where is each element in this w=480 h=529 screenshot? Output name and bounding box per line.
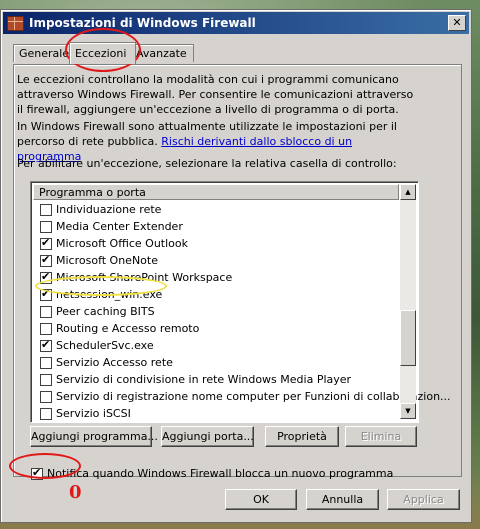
firewall-settings-dialog: Impostazioni di Windows Firewall ✕ Gener… (0, 9, 472, 523)
title-bar[interactable]: Impostazioni di Windows Firewall ✕ (3, 12, 469, 34)
exception-checkbox[interactable] (40, 356, 52, 369)
exception-checkbox[interactable] (40, 390, 52, 403)
scroll-thumb[interactable] (400, 310, 416, 366)
exception-checkbox[interactable] (40, 253, 52, 267)
exceptions-list[interactable]: Programma o porta Individuazione rete Med… (30, 181, 451, 423)
exception-checkbox[interactable] (40, 373, 52, 386)
notify-label: Notifica quando Windows Firewall blocca … (47, 467, 394, 480)
exception-checkbox[interactable] (40, 236, 52, 250)
list-item[interactable]: Peer caching BITS (33, 303, 399, 320)
close-button[interactable]: ✕ (448, 15, 466, 31)
intro-paragraph: Le eccezioni controllano la modalità con… (17, 73, 414, 116)
list-item[interactable]: SchedulerSvc.exe (33, 337, 399, 354)
exception-checkbox[interactable] (40, 305, 52, 318)
list-item[interactable]: Individuazione rete (33, 201, 399, 218)
tab-eccezioni[interactable]: Eccezioni (69, 42, 136, 64)
list-item[interactable]: Routing e Accesso remoto (33, 320, 399, 337)
tab-generale[interactable]: Generale (13, 44, 73, 62)
list-items-container: Individuazione rete Media Center Extender… (33, 201, 451, 422)
apply-button[interactable]: Applica (387, 489, 460, 510)
scroll-up-arrow-icon[interactable]: ▲ (400, 184, 416, 200)
list-item[interactable]: Microsoft OneNote (33, 252, 399, 269)
firewall-icon (7, 15, 24, 31)
list-item[interactable]: Servizio di condivisione in rete Windows… (33, 371, 399, 388)
annotation-circle-netsession (35, 276, 167, 296)
scroll-down-arrow-icon[interactable]: ▼ (400, 403, 416, 419)
window-title: Impostazioni di Windows Firewall (29, 16, 256, 30)
list-item-label: Media Center Extender (56, 220, 183, 233)
list-item-label: Routing e Accesso remoto (56, 322, 200, 335)
properties-button[interactable]: Proprietà (265, 426, 339, 447)
instruction-text: Per abilitare un'eccezione, selezionare … (17, 157, 397, 170)
list-item-label: Servizio Accesso rete (56, 356, 173, 369)
list-item[interactable]: Servizio iSCSI (33, 405, 399, 422)
ok-button[interactable]: OK (225, 489, 297, 510)
list-item[interactable]: Servizio Accesso rete (33, 354, 399, 371)
exception-checkbox[interactable] (40, 322, 52, 335)
exception-checkbox[interactable] (40, 203, 52, 216)
list-item-label: Peer caching BITS (56, 305, 155, 318)
list-item-label: Microsoft Office Outlook (56, 237, 188, 250)
add-program-button[interactable]: Aggiungi programma... (30, 426, 158, 447)
annotation-circle-notify (9, 453, 81, 479)
cancel-button[interactable]: Annulla (306, 489, 379, 510)
list-item[interactable]: Media Center Extender (33, 218, 399, 235)
list-item-label: Microsoft OneNote (56, 254, 158, 267)
list-item-label: Individuazione rete (56, 203, 162, 216)
vertical-scrollbar[interactable]: ▲ ▼ (400, 184, 416, 419)
add-port-button[interactable]: Aggiungi porta... (161, 426, 254, 447)
column-header-program[interactable]: Programma o porta (33, 184, 399, 200)
list-item-label: SchedulerSvc.exe (56, 339, 154, 352)
notify-option[interactable]: Notifica quando Windows Firewall blocca … (31, 466, 394, 480)
list-item-label: Servizio di registrazione nome computer … (56, 390, 451, 403)
annotation-zero: 0 (69, 482, 82, 503)
exception-checkbox[interactable] (40, 407, 52, 420)
list-item-label: Servizio di condivisione in rete Windows… (56, 373, 352, 386)
list-item[interactable]: Servizio di registrazione nome computer … (33, 388, 451, 405)
exception-checkbox[interactable] (40, 220, 52, 233)
delete-button[interactable]: Elimina (345, 426, 417, 447)
list-item[interactable]: Microsoft Office Outlook (33, 235, 399, 252)
list-item-label: Servizio iSCSI (56, 407, 131, 420)
exception-checkbox[interactable] (40, 338, 52, 352)
